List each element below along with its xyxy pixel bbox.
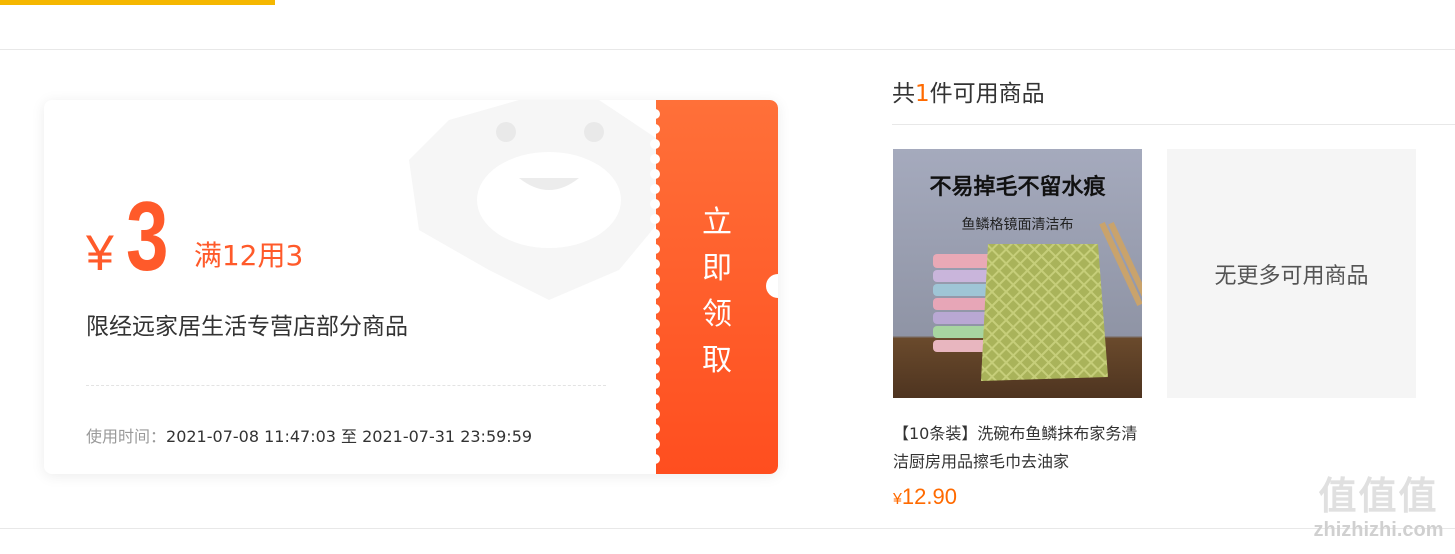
claim-char: 即 — [702, 251, 732, 286]
available-count-heading: 共1件可用商品 — [892, 74, 1045, 108]
price-value: 12.90 — [901, 484, 957, 509]
coupon-card: ¥ 3 满12用3 限经远家居生活专营店部分商品 使用时间： 2021-07-0… — [44, 100, 778, 474]
claim-char: 领 — [702, 297, 732, 332]
image-headline: 不易掉毛不留水痕 — [929, 175, 1106, 200]
currency-symbol: ¥ — [86, 225, 114, 281]
price-currency: ¥ — [893, 491, 902, 508]
coupon-threshold: 满12用3 — [193, 239, 304, 272]
claim-button[interactable]: 立即领取 — [656, 100, 778, 474]
validity-range: 2021-07-08 11:47:03 至 2021-07-31 23:59:5… — [166, 427, 533, 446]
available-count: 1 — [915, 81, 930, 107]
coupon-value: ¥ 3 满12用3 — [86, 180, 304, 291]
active-tab-indicator — [0, 0, 275, 5]
coupon-body: ¥ 3 满12用3 限经远家居生活专营店部分商品 使用时间： 2021-07-0… — [44, 100, 656, 474]
claim-char: 立 — [702, 205, 732, 240]
no-more-products: 无更多可用商品 — [1167, 149, 1416, 398]
watermark-logo: 值值值 — [1318, 474, 1439, 518]
count-suffix: 件可用商品 — [929, 81, 1045, 107]
product-image[interactable]: 不易掉毛不留水痕 鱼鳞格镜面清洁布 — [893, 149, 1142, 398]
site-watermark: 值值值 zhizhizhi.com — [1306, 474, 1451, 546]
product-title[interactable]: 【10条装】洗碗布鱼鳞抹布家务清洁厨房用品擦毛巾去油家 — [893, 420, 1142, 476]
claim-label: 立即领取 — [656, 200, 778, 384]
count-prefix: 共 — [892, 81, 915, 107]
watermark-text: zhizhizhi.com — [1313, 519, 1444, 541]
header-divider — [0, 49, 1455, 50]
ticket-perforation — [650, 109, 660, 464]
footer-divider — [0, 528, 1455, 529]
coupon-validity: 使用时间： 2021-07-08 11:47:03 至 2021-07-31 2… — [86, 423, 532, 447]
product-price: ¥12.90 — [893, 484, 1142, 510]
validity-label: 使用时间： — [86, 427, 167, 446]
product-card[interactable]: 不易掉毛不留水痕 鱼鳞格镜面清洁布 【10条装】洗碗布鱼鳞抹布家务清洁厨房用品擦… — [893, 149, 1142, 510]
dashed-divider — [86, 385, 606, 386]
claim-char: 取 — [702, 343, 732, 378]
no-more-label: 无更多可用商品 — [1214, 263, 1369, 289]
section-divider — [892, 124, 1455, 125]
image-subline: 鱼鳞格镜面清洁布 — [961, 217, 1074, 233]
coupon-scope: 限经远家居生活专营店部分商品 — [86, 314, 408, 340]
coupon-amount: 3 — [125, 180, 169, 291]
